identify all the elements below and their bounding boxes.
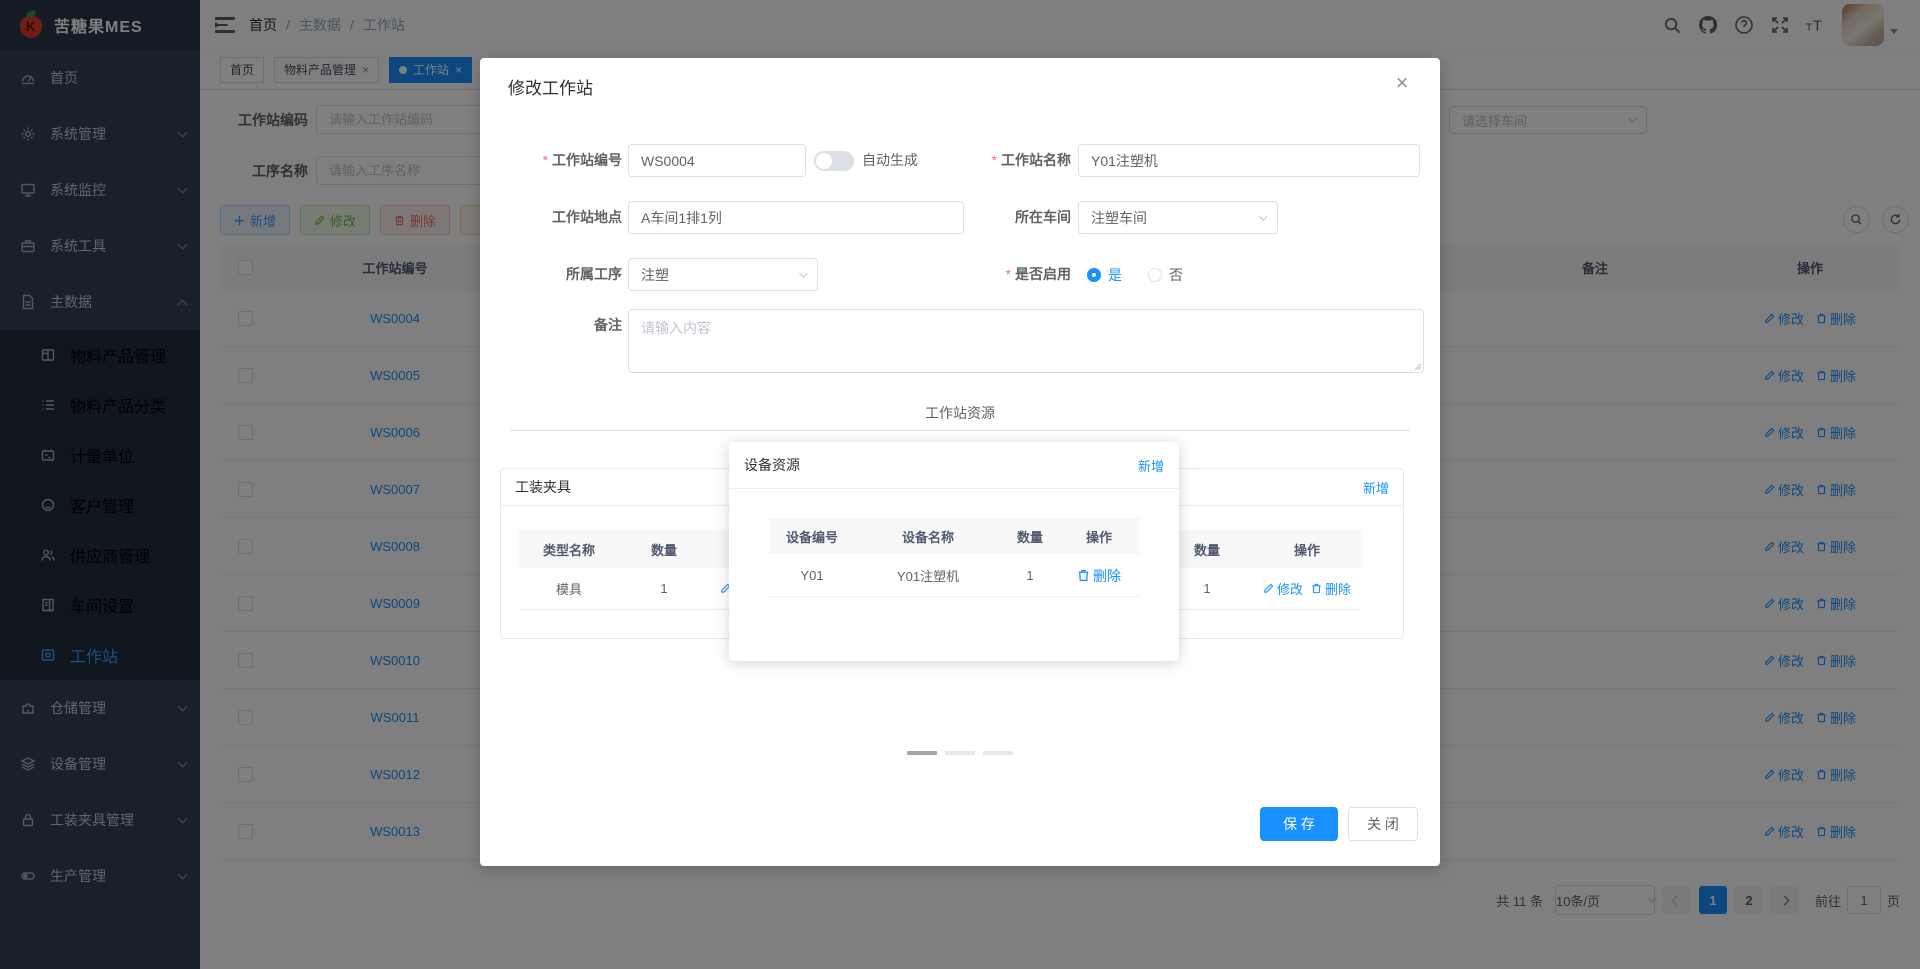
device-panel-title: 设备资源 <box>744 457 800 473</box>
device-col-action: 操作 <box>1085 529 1112 545</box>
edit-workstation-dialog: 修改工作站 × 工作站编号 自动生成 工作站名称 工作站地点 所在车间 注塑车间… <box>480 58 1440 866</box>
code-input[interactable] <box>628 144 806 177</box>
fixture-type: 模具 <box>555 582 582 597</box>
fixture-panel-title: 工装夹具 <box>515 479 571 495</box>
chevron-down-icon <box>1259 211 1268 221</box>
right-edit-link[interactable]: 修改 <box>1263 579 1303 598</box>
remark-textarea[interactable] <box>628 309 1424 373</box>
right-panel-add-link[interactable]: 新增 <box>1363 478 1389 497</box>
close-icon[interactable]: × <box>1390 70 1414 96</box>
chevron-down-icon <box>799 268 808 278</box>
dialog-title: 修改工作站 <box>508 79 593 98</box>
device-add-link[interactable]: 新增 <box>1138 456 1164 475</box>
fixture-col-qty: 数量 <box>650 542 677 558</box>
name-label: 工作站名称 <box>930 144 1071 177</box>
auto-generate-toggle[interactable] <box>814 151 854 171</box>
carousel-dot-3[interactable] <box>983 751 1013 755</box>
process-select[interactable]: 注塑 <box>628 258 818 291</box>
trash-icon <box>1312 583 1321 594</box>
device-name: Y01注塑机 <box>896 569 960 584</box>
right-col-action: 操作 <box>1293 542 1320 558</box>
location-input[interactable] <box>628 201 964 234</box>
name-input[interactable] <box>1078 144 1420 177</box>
fixture-col-type: 类型名称 <box>542 542 595 558</box>
enabled-label: 是否启用 <box>930 258 1071 291</box>
carousel-dot-2[interactable] <box>945 751 975 755</box>
carousel-dot-1[interactable] <box>907 751 937 755</box>
fixture-qty: 1 <box>660 581 668 596</box>
device-col-qty: 数量 <box>1016 529 1043 545</box>
device-row: Y01 Y01注塑机 1 删除 <box>769 555 1139 597</box>
trash-icon <box>1078 569 1089 582</box>
section-divider <box>510 430 1410 431</box>
device-col-name: 设备名称 <box>901 529 954 545</box>
device-col-code: 设备编号 <box>785 529 838 545</box>
save-button[interactable]: 保 存 <box>1260 807 1338 841</box>
workshop-select[interactable]: 注塑车间 <box>1078 201 1278 234</box>
carousel-indicators <box>907 751 1013 755</box>
pencil-icon <box>1264 583 1274 593</box>
remark-label: 备注 <box>594 317 622 333</box>
location-label: 工作站地点 <box>552 209 622 225</box>
device-code: Y01 <box>800 568 824 583</box>
enabled-no-radio[interactable]: 否 <box>1148 265 1183 285</box>
code-label: 工作站编号 <box>480 144 622 177</box>
process-label: 所属工序 <box>566 266 622 282</box>
close-button[interactable]: 关 闭 <box>1348 807 1418 841</box>
workshop-label: 所在车间 <box>1015 209 1071 225</box>
auto-generate-label: 自动生成 <box>862 152 918 168</box>
section-title: 工作站资源 <box>907 405 1013 421</box>
device-resource-panel: 设备资源 新增 设备编号 设备名称 数量 操作 Y01 Y01注塑机 1 删除 <box>729 442 1179 661</box>
device-qty: 1 <box>1026 568 1034 583</box>
device-delete-link[interactable]: 删除 <box>1077 566 1121 586</box>
enabled-yes-radio[interactable]: 是 <box>1087 265 1122 285</box>
right-delete-link[interactable]: 删除 <box>1311 579 1351 598</box>
